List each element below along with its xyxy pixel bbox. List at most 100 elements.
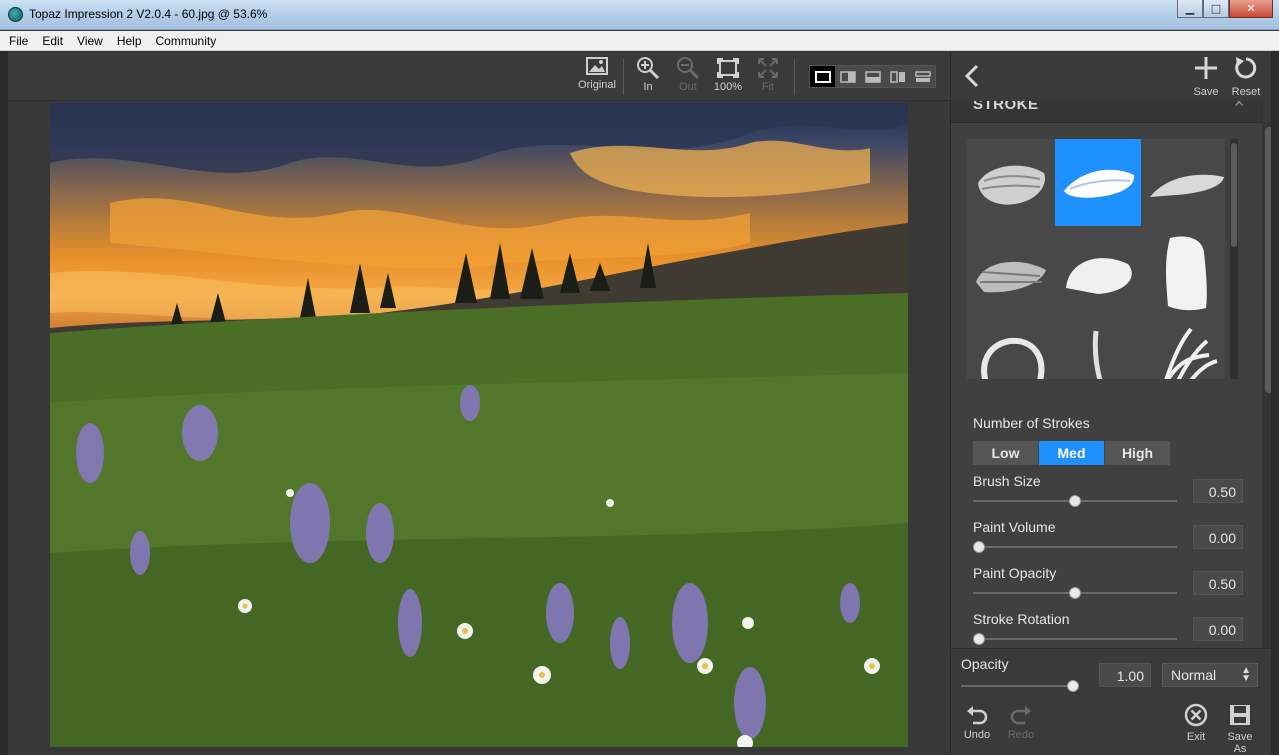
stroke-rotation-label: Stroke Rotation [973,611,1070,627]
brush-size-slider[interactable] [973,494,1177,508]
strokes-segmented-control: Low Med High [973,441,1171,465]
blend-mode-select[interactable]: Normal ▲ ▼ [1162,663,1258,687]
painted-landscape-image [50,103,908,747]
undo-button[interactable]: Undo [957,703,997,741]
panel-footer: Opacity 1.00 Normal ▲ ▼ Undo Redo Exit S… [951,648,1279,755]
zoom-100-button[interactable]: 100% [706,56,750,93]
fit-button[interactable]: Fit [746,56,790,93]
single-view-button[interactable] [810,66,835,87]
brush-stroke-icon [978,165,1045,205]
save-as-button[interactable]: Save As [1220,703,1260,755]
brush-option[interactable] [1143,228,1225,315]
menu-edit[interactable]: Edit [42,34,63,48]
stroke-rotation-value[interactable]: 0.00 [1193,617,1243,641]
exit-button[interactable]: Exit [1176,703,1216,743]
zoom-in-button[interactable]: In [626,56,670,93]
brush-option[interactable] [1143,139,1225,226]
brush-stroke-icon [981,337,1045,379]
panel-header: Save Reset [951,51,1279,101]
maximize-button[interactable]: □ [1203,0,1229,18]
window-title: Topaz Impression 2 V2.0.4 - 60.jpg @ 53.… [29,7,268,21]
undo-label: Undo [963,729,991,741]
zoom-in-label: In [643,81,653,93]
brush-option[interactable] [967,139,1053,226]
paint-opacity-label: Paint Opacity [973,565,1057,581]
brush-grid-scrollbar[interactable] [1230,139,1238,379]
paint-opacity-value[interactable]: 0.50 [1193,571,1243,595]
minimize-button[interactable]: ▁ [1177,0,1203,18]
brush-stroke-icon [1092,330,1103,379]
brush-stroke-icon [1150,174,1224,197]
brush-option[interactable] [1055,228,1141,315]
brush-stroke-icon [1166,236,1207,310]
reset-icon [1235,57,1257,79]
image-icon [586,57,608,75]
zoom-in-icon [637,57,660,80]
close-button[interactable]: ✕ [1229,0,1273,18]
title-bar: Topaz Impression 2 V2.0.4 - 60.jpg @ 53.… [0,0,1279,30]
collapse-icon: ✕ [1233,101,1245,111]
original-label: Original [578,79,616,91]
menu-file[interactable]: File [9,34,28,48]
zoom-out-button[interactable]: Out [666,56,710,93]
photo-preview[interactable] [50,103,908,747]
stroke-section-header[interactable]: STROKE ✕ [951,101,1263,123]
brush-stroke-icon [1164,327,1218,379]
slider-handle[interactable] [1067,680,1079,692]
menu-community[interactable]: Community [156,34,217,48]
redo-button[interactable]: Redo [1001,703,1041,741]
stroke-rotation-slider[interactable] [973,632,1177,646]
split-horizontal-button[interactable] [860,66,885,87]
slider-handle[interactable] [1069,587,1081,599]
canvas-area: Original In Out 100% Fit [8,51,950,755]
original-button[interactable]: Original [575,56,619,91]
slider-handle[interactable] [973,633,985,645]
strokes-high-button[interactable]: High [1105,441,1171,465]
redo-icon [1010,706,1031,725]
brush-grid [967,139,1225,379]
brush-option[interactable] [967,317,1053,379]
reset-label: Reset [1231,86,1261,98]
opacity-value[interactable]: 1.00 [1099,663,1151,687]
opacity-slider[interactable] [961,679,1079,693]
brush-stroke-icon [976,261,1046,292]
right-edge [1271,51,1279,755]
paint-opacity-slider[interactable] [973,586,1177,600]
redo-label: Redo [1007,729,1035,741]
brush-option[interactable] [967,228,1053,315]
side-by-side-icon [889,70,905,83]
split-vertical-icon [839,70,856,83]
stacked-button[interactable] [910,66,935,87]
reset-button[interactable]: Reset [1226,55,1266,98]
side-by-side-button[interactable] [885,66,910,87]
menu-bar: File Edit View Help Community [0,31,1279,51]
toolbar-divider [623,59,624,95]
brush-option-selected[interactable] [1055,139,1141,226]
zoom-out-label: Out [679,81,697,93]
toolbar-divider [794,59,795,95]
save-preset-button[interactable]: Save [1186,55,1226,98]
paint-volume-slider[interactable] [973,540,1177,554]
floppy-disk-icon [1230,705,1250,725]
strokes-low-button[interactable]: Low [973,441,1039,465]
slider-handle[interactable] [1069,495,1081,507]
brush-size-value[interactable]: 0.50 [1193,479,1243,503]
plus-icon [1195,57,1217,79]
split-vertical-button[interactable] [835,66,860,87]
stroke-settings: Number of Strokes Low Med High Brush Siz… [951,123,1263,648]
slider-handle[interactable] [973,541,985,553]
strokes-med-button[interactable]: Med [1039,441,1105,465]
menu-view[interactable]: View [77,34,103,48]
save-label: Save [1193,86,1219,98]
split-horizontal-icon [864,70,881,83]
paint-volume-label: Paint Volume [973,519,1056,535]
brush-option[interactable] [1055,317,1141,379]
menu-help[interactable]: Help [117,34,142,48]
back-button[interactable] [963,63,981,93]
paint-volume-value[interactable]: 0.00 [1193,525,1243,549]
brush-option[interactable] [1143,317,1225,379]
zoom-out-icon [677,57,700,80]
topaz-app-icon [8,7,23,22]
exit-label: Exit [1186,731,1206,743]
actual-size-icon [717,58,739,78]
